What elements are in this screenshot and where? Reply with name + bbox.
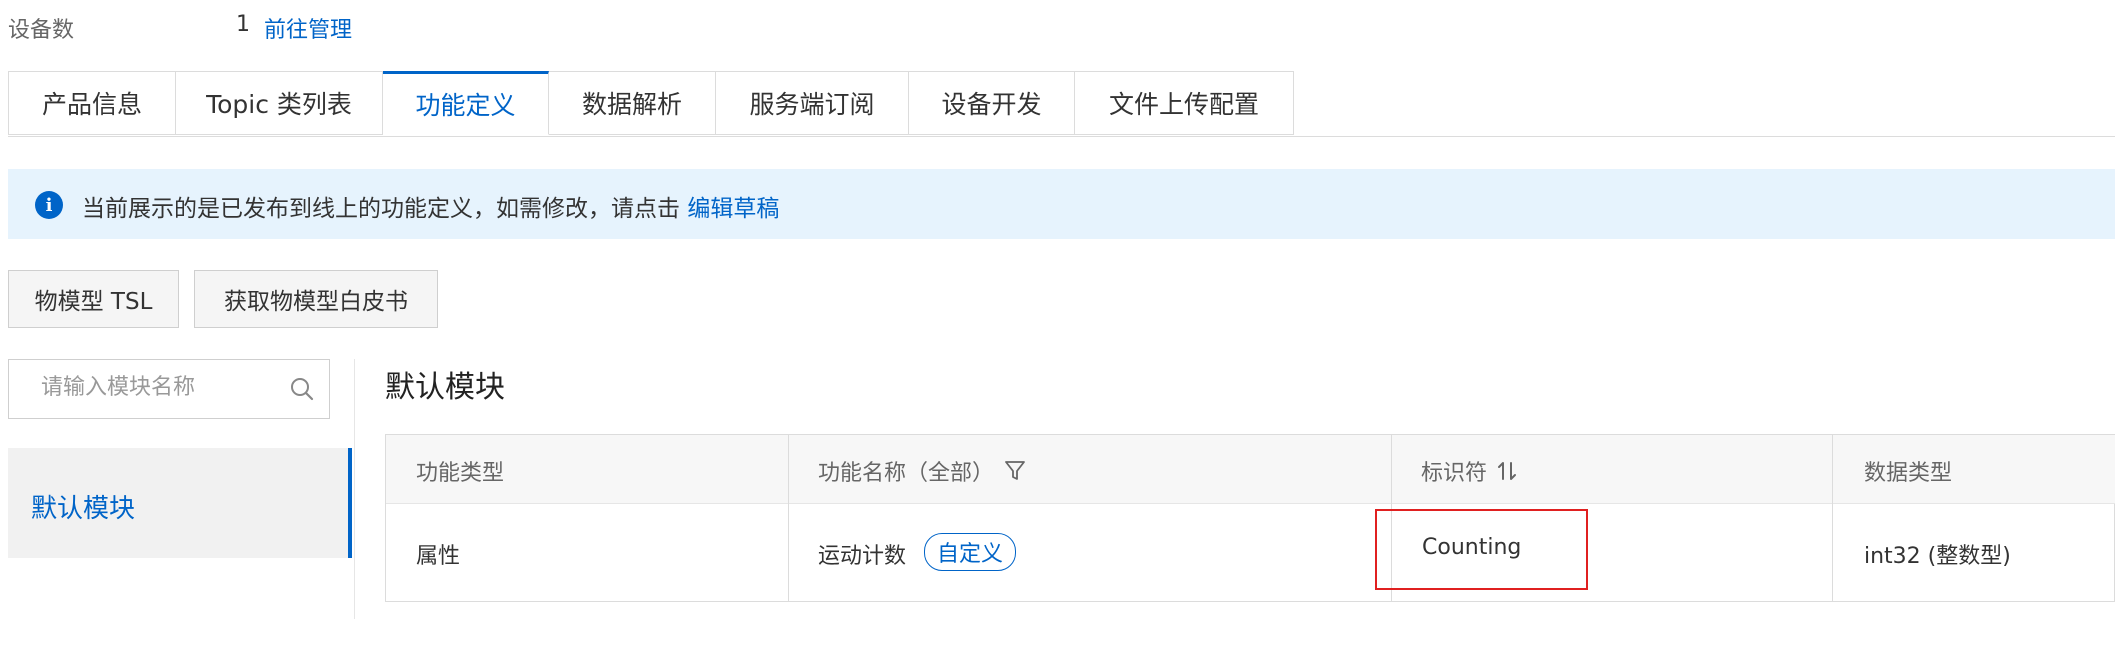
tab-device-development[interactable]: 设备开发 bbox=[909, 71, 1075, 135]
device-count-label: 设备数 bbox=[8, 18, 75, 43]
info-icon: i bbox=[35, 191, 63, 219]
notice-message: 当前展示的是已发布到线上的功能定义，如需修改，请点击 编辑草稿 bbox=[82, 189, 779, 223]
header-identifier: 标识符 bbox=[1421, 455, 1519, 487]
cell-data-type: int32 (整数型) bbox=[1864, 544, 2011, 569]
search-icon[interactable] bbox=[289, 376, 315, 402]
notice-text: 当前展示的是已发布到线上的功能定义，如需修改，请点击 bbox=[82, 196, 688, 222]
custom-tag: 自定义 bbox=[924, 533, 1017, 571]
identifier-highlight-box bbox=[1375, 509, 1588, 590]
filter-icon[interactable] bbox=[1004, 459, 1026, 483]
sort-icon[interactable] bbox=[1495, 459, 1519, 483]
sidebar-item-label: 默认模块 bbox=[31, 494, 136, 524]
module-title: 默认模块 bbox=[385, 370, 505, 405]
tab-server-subscription[interactable]: 服务端订阅 bbox=[716, 71, 909, 135]
tab-file-upload-config[interactable]: 文件上传配置 bbox=[1075, 71, 1294, 135]
tab-function-definition[interactable]: 功能定义 bbox=[383, 71, 549, 135]
header-function-type: 功能类型 bbox=[416, 461, 505, 486]
tabs-divider bbox=[8, 136, 2115, 137]
cell-function-type: 属性 bbox=[416, 544, 461, 569]
table-header bbox=[386, 435, 2115, 504]
header-function-name: 功能名称（全部） bbox=[818, 455, 1026, 487]
module-search-input[interactable] bbox=[39, 374, 283, 401]
module-search bbox=[8, 359, 330, 419]
tab-topic-list[interactable]: Topic 类列表 bbox=[176, 71, 383, 135]
manage-devices-link[interactable]: 前往管理 bbox=[264, 12, 352, 44]
sidebar-active-indicator bbox=[348, 448, 352, 558]
tab-product-info[interactable]: 产品信息 bbox=[8, 71, 176, 135]
sidebar-divider bbox=[354, 359, 355, 619]
header-function-name-label: 功能名称（全部） bbox=[818, 461, 995, 486]
header-identifier-label: 标识符 bbox=[1421, 461, 1488, 486]
cell-function-name: 运动计数 bbox=[818, 544, 907, 569]
get-whitepaper-button[interactable]: 获取物模型白皮书 bbox=[194, 270, 438, 328]
tab-data-parsing[interactable]: 数据解析 bbox=[549, 71, 716, 135]
tsl-button[interactable]: 物模型 TSL bbox=[8, 270, 179, 328]
table-row bbox=[386, 504, 2115, 601]
device-count-value: 1 bbox=[236, 12, 250, 37]
edit-draft-link[interactable]: 编辑草稿 bbox=[687, 196, 779, 222]
product-tabs: 产品信息 Topic 类列表 功能定义 数据解析 服务端订阅 设备开发 文件上传… bbox=[8, 71, 1294, 137]
header-data-type: 数据类型 bbox=[1864, 461, 1953, 486]
